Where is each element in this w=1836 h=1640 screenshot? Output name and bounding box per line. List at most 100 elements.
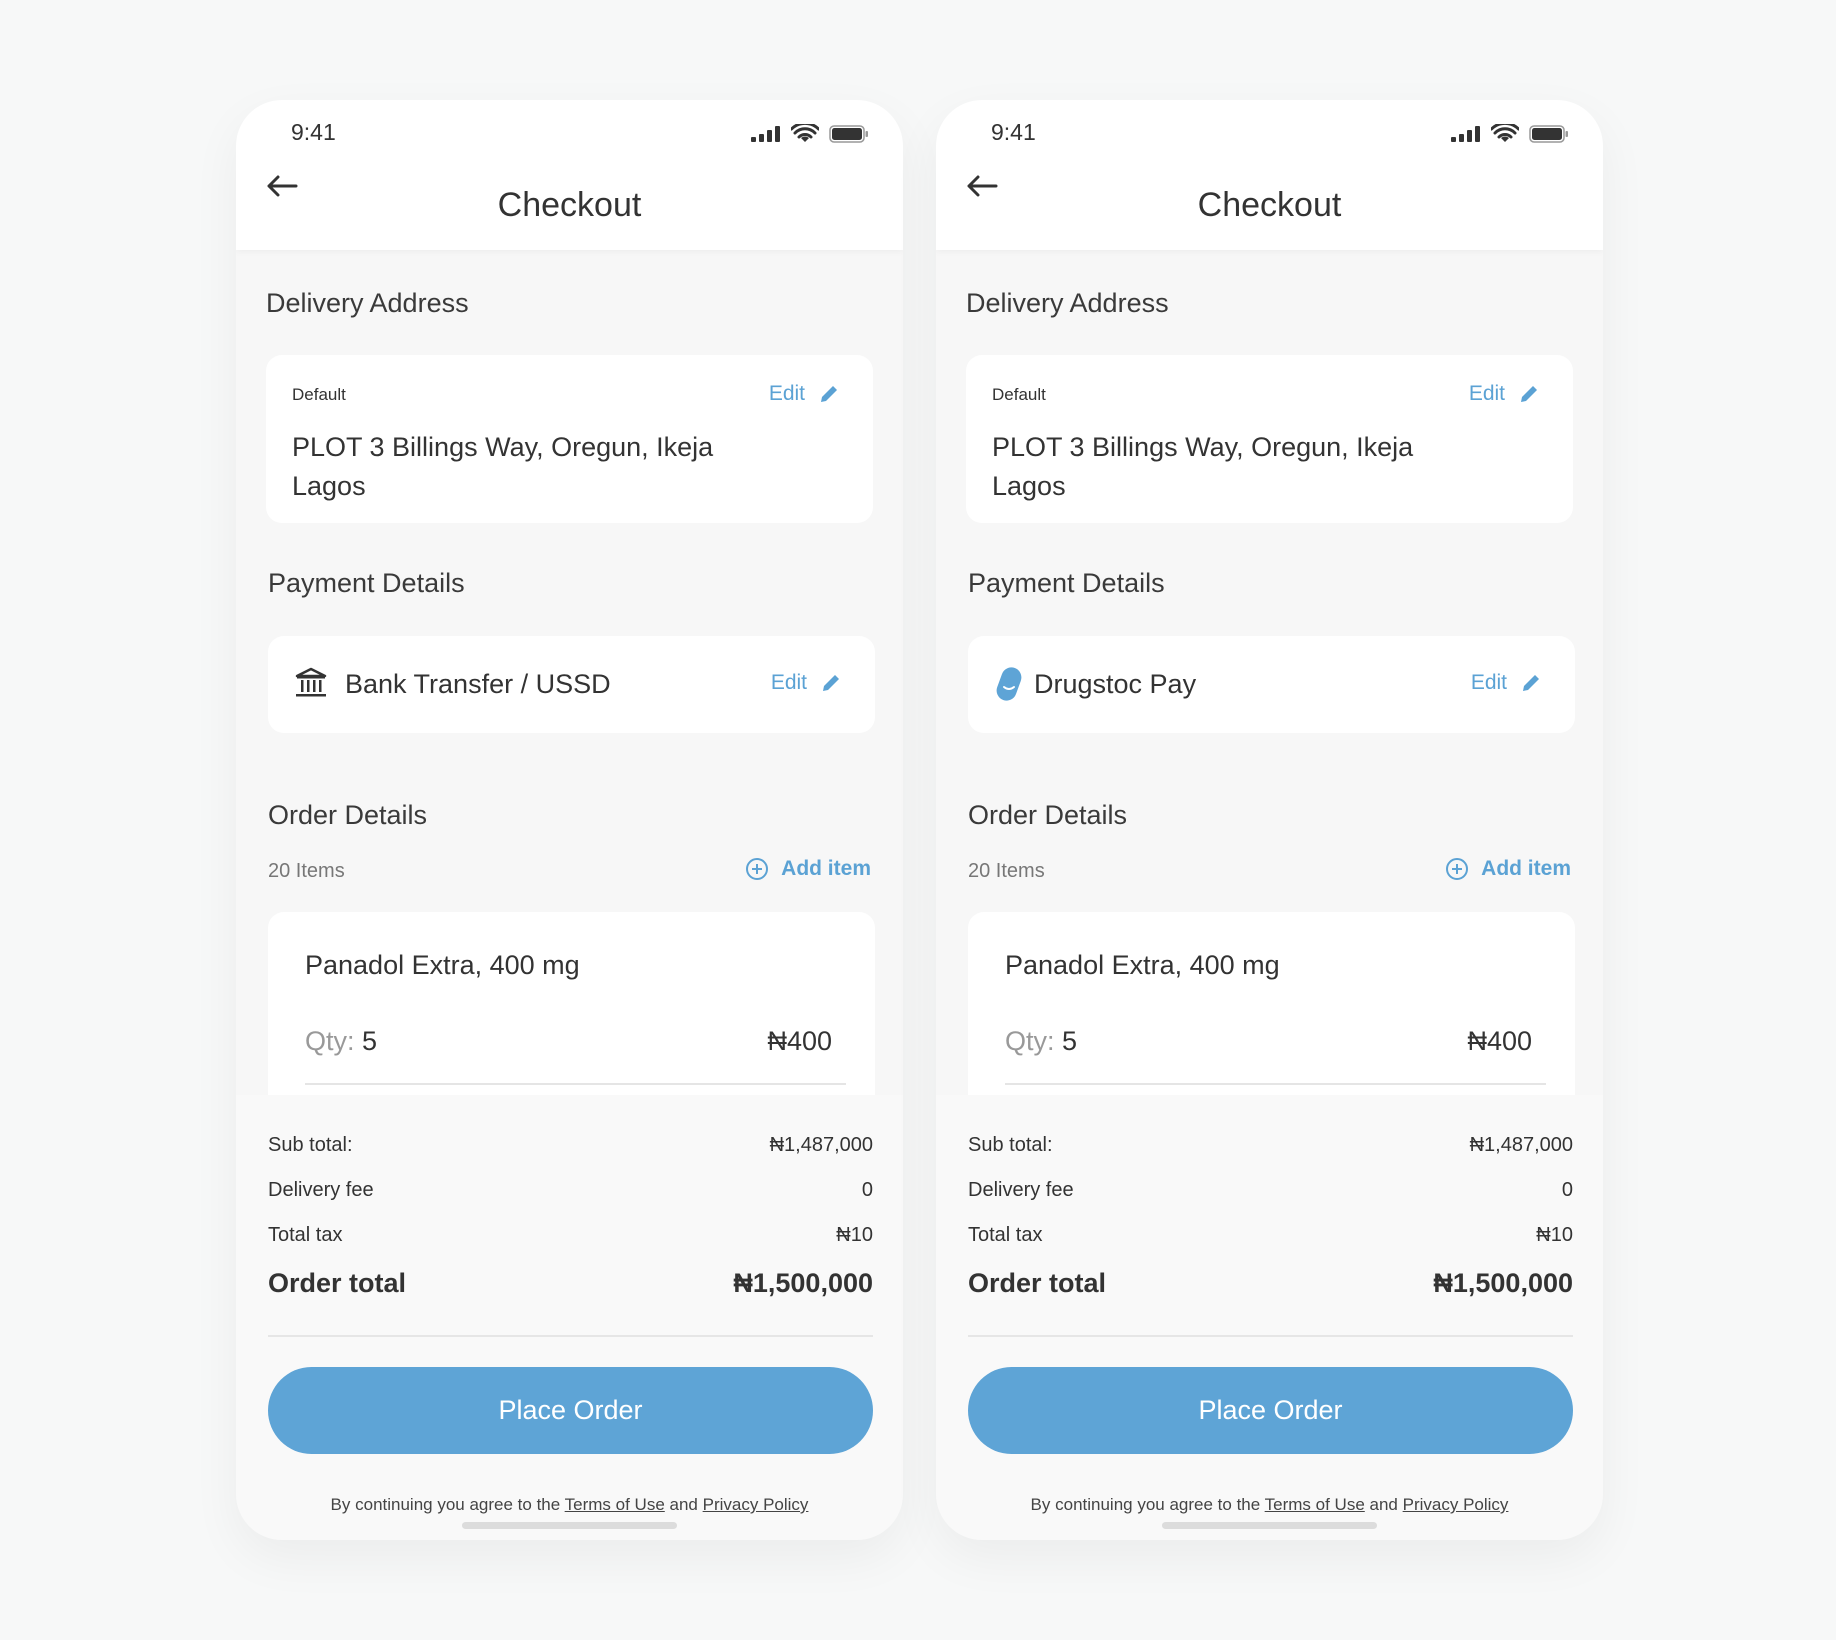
status-time: 9:41 — [291, 119, 336, 145]
place-order-button[interactable]: Place Order — [268, 1367, 873, 1454]
battery-icon — [829, 125, 868, 143]
place-order-button[interactable]: Place Order — [968, 1367, 1573, 1454]
default-tag: Default — [292, 385, 346, 404]
order-total-label: Order total — [968, 1268, 1107, 1298]
add-item-button[interactable]: Add item — [1445, 857, 1571, 881]
tax-label: Total tax — [968, 1224, 1043, 1246]
add-item-button[interactable]: Add item — [745, 857, 871, 881]
plus-circle-icon — [746, 858, 769, 880]
address-text: PLOT 3 Billings Way, Oregun, Ikeja Lagos — [992, 428, 1452, 506]
tax-row: Total tax ₦10 — [268, 1224, 873, 1247]
edit-label: Edit — [768, 382, 805, 405]
delivery-address-heading: Delivery Address — [966, 288, 1169, 318]
battery-icon — [1529, 125, 1568, 143]
order-total-row: Order total ₦1,500,000 — [268, 1268, 873, 1299]
pencil-icon — [1521, 386, 1537, 402]
qty-value: 5 — [1062, 1026, 1078, 1056]
status-icons — [751, 124, 869, 144]
subtotal-label: Sub total: — [268, 1134, 353, 1156]
subtotal-label: Sub total: — [968, 1134, 1053, 1156]
bank-icon — [295, 667, 327, 697]
pencil-icon — [823, 675, 839, 691]
delivery-fee-row: Delivery fee 0 — [268, 1179, 873, 1202]
order-details-heading: Order Details — [968, 800, 1128, 830]
order-details-heading: Order Details — [268, 800, 428, 830]
plus-circle-icon — [1446, 858, 1469, 880]
tax-label: Total tax — [268, 1224, 343, 1246]
item-name: Panadol Extra, 400 mg — [1005, 950, 1280, 980]
item-name: Panadol Extra, 400 mg — [305, 950, 580, 980]
tax-value: ₦10 — [1536, 1224, 1573, 1246]
subtotal-row: Sub total: ₦1,487,000 — [968, 1134, 1573, 1157]
order-summary: Sub total: ₦1,487,000 Delivery fee 0 Total… — [936, 1095, 1603, 1540]
top-bar: 9:41 Checkout — [936, 100, 1603, 250]
delivery-fee-label: Delivery fee — [968, 1179, 1074, 1201]
status-time: 9:41 — [991, 119, 1036, 145]
delivery-fee-value: 0 — [1561, 1179, 1573, 1201]
checkout-screen-bank-transfer: 9:41 Checkout Delivery Address Default E… — [236, 100, 903, 1540]
delivery-address-card: Default Edit PLOT 3 Billings Way, Oregun… — [966, 355, 1573, 523]
edit-payment-button[interactable]: Edit — [1471, 671, 1541, 695]
terms-of-use-link[interactable]: Terms of Use — [1265, 1495, 1365, 1514]
page-title: Checkout — [497, 186, 642, 224]
privacy-policy-link[interactable]: Privacy Policy — [1403, 1495, 1509, 1514]
edit-label: Edit — [1468, 382, 1505, 405]
home-indicator — [1162, 1522, 1377, 1529]
terms-of-use-link[interactable]: Terms of Use — [565, 1495, 665, 1514]
item-price: ₦400 — [767, 1026, 832, 1056]
payment-method-label: Bank Transfer / USSD — [345, 669, 611, 699]
item-qty: Qty: 5 — [305, 1026, 377, 1057]
order-total-row: Order total ₦1,500,000 — [968, 1268, 1573, 1299]
address-line-2: Lagos — [992, 471, 1066, 501]
tax-value: ₦10 — [836, 1224, 873, 1246]
payment-details-heading: Payment Details — [268, 568, 465, 598]
delivery-fee-value: 0 — [861, 1179, 873, 1201]
qty-value: 5 — [362, 1026, 378, 1056]
edit-address-button[interactable]: Edit — [769, 382, 839, 406]
default-tag: Default — [992, 385, 1046, 404]
delivery-fee-row: Delivery fee 0 — [968, 1179, 1573, 1202]
delivery-fee-label: Delivery fee — [268, 1179, 374, 1201]
divider — [305, 1083, 846, 1085]
edit-label: Edit — [770, 671, 807, 694]
edit-payment-button[interactable]: Edit — [771, 671, 841, 695]
order-total-value: ₦1,500,000 — [1433, 1268, 1573, 1298]
wifi-icon — [1491, 124, 1519, 142]
payment-method-card[interactable]: Bank Transfer / USSD Edit — [268, 636, 875, 733]
pencil-icon — [821, 386, 837, 402]
signal-icon — [751, 126, 780, 142]
address-line-1: PLOT 3 Billings Way, Oregun, Ikeja — [292, 432, 714, 462]
tax-row: Total tax ₦10 — [968, 1224, 1573, 1247]
payment-details-heading: Payment Details — [968, 568, 1165, 598]
subtotal-value: ₦1,487,000 — [1469, 1134, 1573, 1156]
order-summary: Sub total: ₦1,487,000 Delivery fee 0 Total… — [236, 1095, 903, 1540]
drugstoc-pill-icon — [996, 667, 1022, 701]
qty-label: Qty: — [305, 1026, 355, 1056]
items-count: 20 Items — [268, 860, 345, 882]
pencil-icon — [1523, 675, 1539, 691]
item-price: ₦400 — [1467, 1026, 1532, 1056]
address-line-2: Lagos — [292, 471, 366, 501]
terms-and: and — [1369, 1495, 1398, 1514]
terms-prefix: By continuing you agree to the — [330, 1495, 561, 1514]
edit-address-button[interactable]: Edit — [1469, 382, 1539, 406]
add-item-label: Add item — [1481, 857, 1571, 880]
page-title: Checkout — [1197, 186, 1342, 224]
subtotal-value: ₦1,487,000 — [769, 1134, 873, 1156]
checkout-screen-drugstoc-pay: 9:41 Checkout Delivery Address Default E… — [936, 100, 1603, 1540]
payment-method-card[interactable]: Drugstoc Pay Edit — [968, 636, 1575, 733]
qty-label: Qty: — [1005, 1026, 1055, 1056]
item-qty: Qty: 5 — [1005, 1026, 1077, 1057]
payment-method-label: Drugstoc Pay — [1034, 669, 1197, 699]
privacy-policy-link[interactable]: Privacy Policy — [703, 1495, 809, 1514]
terms-text: By continuing you agree to the Terms of … — [236, 1495, 903, 1515]
delivery-address-heading: Delivery Address — [266, 288, 469, 318]
signal-icon — [1451, 126, 1480, 142]
add-item-label: Add item — [781, 857, 871, 880]
terms-prefix: By continuing you agree to the — [1030, 1495, 1261, 1514]
status-icons — [1451, 124, 1569, 144]
terms-and: and — [669, 1495, 698, 1514]
items-count: 20 Items — [968, 860, 1045, 882]
address-text: PLOT 3 Billings Way, Oregun, Ikeja Lagos — [292, 428, 752, 506]
order-total-value: ₦1,500,000 — [733, 1268, 873, 1298]
